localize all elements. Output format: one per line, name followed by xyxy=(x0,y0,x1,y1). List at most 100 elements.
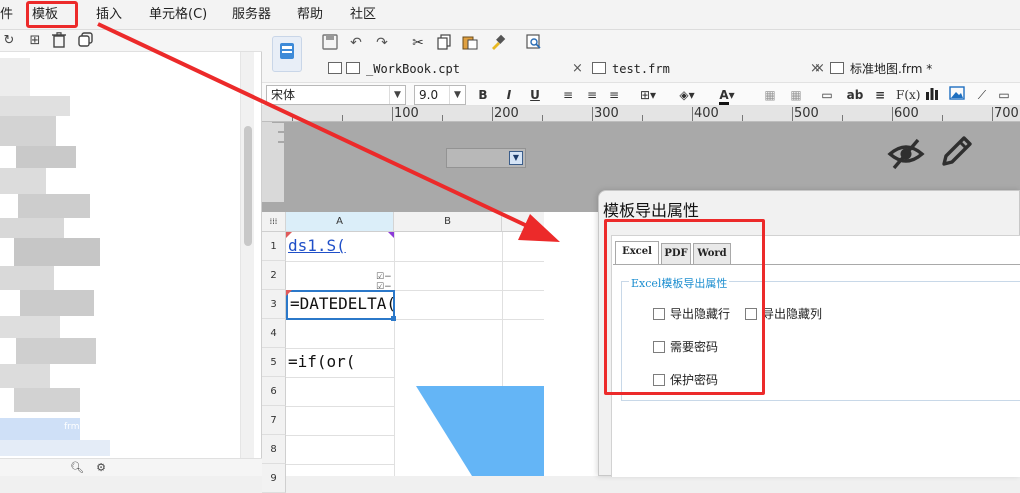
font-color-icon: A xyxy=(719,88,729,105)
vertical-ruler xyxy=(262,121,284,202)
blurred-tree-item xyxy=(0,168,46,194)
eye-off-icon[interactable] xyxy=(886,136,926,172)
blurred-tree-item xyxy=(0,364,50,388)
menu-file[interactable]: 件 xyxy=(0,0,13,30)
row-header[interactable]: 3 xyxy=(262,290,286,319)
row-header[interactable]: 5 xyxy=(262,348,286,377)
refresh-icon[interactable]: ↻ xyxy=(0,32,18,50)
menu-help[interactable]: 帮助 xyxy=(297,0,323,30)
unmerge-icon[interactable]: ▦ xyxy=(788,86,804,104)
slash-icon[interactable]: ⟋ xyxy=(974,86,990,104)
tree-item-label: frm xyxy=(64,422,80,432)
horizontal-ruler: 100 200 300 400 500 600 700 xyxy=(262,106,1020,122)
font-color-button[interactable]: A▾ xyxy=(714,86,740,105)
blurred-tree-item xyxy=(0,116,56,146)
font-name-value: 宋体 xyxy=(271,88,296,102)
underline-button[interactable]: U xyxy=(528,86,542,104)
tree-scrollbar[interactable] xyxy=(240,52,254,458)
chevron-down-icon: ▼ xyxy=(449,86,465,104)
formula-button[interactable]: F(x) xyxy=(896,86,920,104)
select-all-corner[interactable]: ⁞⁞⁞ xyxy=(262,212,286,232)
blurred-tree-item xyxy=(18,194,90,218)
tab-standard-map[interactable]: × 标准地图.frm * xyxy=(814,56,1020,82)
search-icon[interactable] xyxy=(524,34,544,52)
row-header[interactable]: 2 xyxy=(262,261,286,290)
italic-button[interactable]: I xyxy=(502,86,516,104)
chevron-down-icon[interactable]: ▼ xyxy=(509,151,523,165)
tree-scroll-thumb[interactable] xyxy=(244,126,252,246)
chart-icon[interactable] xyxy=(924,86,940,104)
row-header[interactable]: 1 xyxy=(262,232,286,261)
cell-a1[interactable]: ds1.S( xyxy=(288,234,392,260)
new-folder-icon[interactable]: ⊞ xyxy=(26,32,44,50)
form-icon[interactable] xyxy=(272,36,302,72)
dialog-title: 模板导出属性 xyxy=(603,201,700,220)
paste-icon[interactable] xyxy=(460,34,480,52)
blurred-tree-item xyxy=(14,238,100,266)
align-center-icon[interactable]: ≡ xyxy=(584,86,600,104)
menu-cell[interactable]: 单元格(C) xyxy=(149,0,207,30)
tab-close-button[interactable]: × xyxy=(814,56,825,82)
delete-icon[interactable] xyxy=(50,32,68,50)
font-name-select[interactable]: 宋体 ▼ xyxy=(266,85,406,105)
editor-toolbar-area: ↶ ↷ ✂ _WorkBook.cpt × test.frm × × 标准地图.… xyxy=(262,30,1020,82)
ruler-label: 300 xyxy=(594,106,619,121)
checkbox-widget-icon: ☑− ☑− xyxy=(376,272,392,292)
border-icon[interactable]: ⊞▾ xyxy=(636,86,660,104)
column-header[interactable]: B xyxy=(394,212,502,232)
blue-shape-widget[interactable] xyxy=(416,386,556,476)
checkbox-label: 导出隐藏列 xyxy=(762,307,823,321)
blurred-tree-item xyxy=(0,316,60,338)
row-header[interactable]: 8 xyxy=(262,435,286,464)
merge-icon[interactable]: ▦ xyxy=(762,86,778,104)
settings-doc-icon[interactable]: ⚙ xyxy=(92,459,110,477)
more-icon[interactable]: ▭ xyxy=(996,86,1012,104)
format-painter-icon[interactable] xyxy=(488,34,508,52)
form-file-icon xyxy=(830,62,844,74)
cell-a5[interactable]: =if(or( xyxy=(288,350,392,374)
paragraph-icon[interactable]: ≡ xyxy=(872,86,888,104)
pencil-icon[interactable] xyxy=(938,134,974,172)
tab-label: _WorkBook.cpt xyxy=(366,62,460,76)
redo-icon[interactable]: ↷ xyxy=(372,34,392,52)
cut-icon[interactable]: ✂ xyxy=(408,34,428,52)
align-left-icon[interactable]: ≡ xyxy=(560,86,576,104)
blurred-tree-item xyxy=(0,266,54,290)
report-icon xyxy=(346,62,360,74)
menu-insert[interactable]: 插入 xyxy=(96,0,122,30)
chevron-down-icon: ▼ xyxy=(389,86,405,104)
text-field-icon[interactable]: ▭ xyxy=(818,86,836,104)
blurred-tree-item xyxy=(0,58,30,96)
row-header[interactable]: 4 xyxy=(262,319,286,348)
menu-community[interactable]: 社区 xyxy=(350,0,376,30)
copy-icon[interactable] xyxy=(76,32,94,50)
save-icon[interactable] xyxy=(320,34,340,52)
combo-box-widget[interactable]: ▼ xyxy=(446,148,526,168)
bold-button[interactable]: B xyxy=(476,86,490,104)
image-icon[interactable] xyxy=(948,86,966,104)
blurred-tree-item xyxy=(0,96,70,116)
font-size-select[interactable]: 9.0 ▼ xyxy=(414,85,466,105)
menu-server[interactable]: 服务器 xyxy=(232,0,271,30)
align-right-icon[interactable]: ≡ xyxy=(606,86,622,104)
fill-color-icon[interactable]: ◈▾ xyxy=(674,86,700,104)
selected-tree-item[interactable]: frm xyxy=(0,418,80,440)
copy-icon[interactable] xyxy=(434,34,454,52)
undo-icon[interactable]: ↶ xyxy=(346,34,366,52)
document-search-icon[interactable]: 🔍︎ xyxy=(68,459,86,477)
row-header[interactable]: 6 xyxy=(262,377,286,406)
blurred-tree-item xyxy=(14,388,80,412)
ruler-label: 400 xyxy=(694,106,719,121)
tab-test-frm[interactable]: test.frm × xyxy=(592,56,826,82)
grid-icon xyxy=(328,62,342,74)
font-size-value: 9.0 xyxy=(419,88,439,102)
tab-workbook[interactable]: _WorkBook.cpt × xyxy=(328,56,586,82)
cell-a3[interactable]: =DATEDELTA( xyxy=(286,290,395,320)
row-header[interactable]: 9 xyxy=(262,464,286,493)
tab-close-button[interactable]: × xyxy=(572,56,583,82)
column-header[interactable]: A xyxy=(286,212,394,232)
text-ab-button[interactable]: ab xyxy=(846,86,864,104)
ruler-label: 200 xyxy=(494,106,519,121)
annotation-highlight-dialog xyxy=(604,219,765,395)
row-header[interactable]: 7 xyxy=(262,406,286,435)
